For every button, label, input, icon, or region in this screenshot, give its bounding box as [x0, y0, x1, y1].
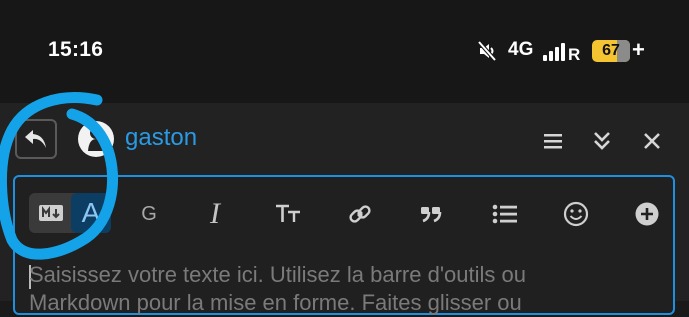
- emoji-button[interactable]: [559, 197, 593, 231]
- collapse-icon[interactable]: [590, 129, 614, 153]
- link-button[interactable]: [343, 197, 377, 231]
- signal-suffix: R: [568, 45, 580, 62]
- rich-text-mode-button[interactable]: A: [71, 193, 111, 233]
- mute-icon: [477, 40, 497, 62]
- markdown-mode-button[interactable]: [33, 197, 69, 229]
- close-icon[interactable]: [640, 129, 664, 153]
- menu-icon[interactable]: [541, 129, 565, 153]
- italic-button[interactable]: I: [198, 197, 232, 231]
- add-icon: [635, 202, 659, 226]
- status-bar: 15:16 4G R 67 +: [0, 0, 689, 103]
- text-size-icon: [276, 204, 300, 222]
- emoji-icon: [563, 201, 589, 227]
- placeholder-line-2: Markdown pour la mise en forme. Faites g…: [29, 290, 522, 315]
- add-button[interactable]: [630, 197, 664, 231]
- user-avatar-icon: [88, 127, 104, 151]
- reply-composer: gaston A G I Saisissez votre texte ici. …: [0, 103, 689, 315]
- quote-icon: [421, 207, 442, 223]
- charging-icon: +: [632, 37, 645, 62]
- placeholder-line-1: Saisissez votre texte ici. Utilisez la b…: [29, 262, 526, 287]
- link-icon: [349, 205, 371, 223]
- battery-level: 67: [602, 42, 620, 59]
- heading-button[interactable]: G: [132, 197, 166, 231]
- avatar[interactable]: [78, 121, 114, 157]
- status-time: 15:16: [48, 38, 104, 61]
- reply-to-username[interactable]: gaston: [125, 124, 197, 152]
- signal-strength-icon: R: [543, 43, 580, 62]
- text-size-button[interactable]: [271, 197, 305, 231]
- reply-button[interactable]: [15, 119, 57, 159]
- quote-button[interactable]: [414, 197, 448, 231]
- bullet-list-icon: [492, 204, 517, 224]
- editor-area: A G I Saisissez votre texte ici. Utilise…: [13, 175, 675, 315]
- markdown-icon: [39, 205, 63, 221]
- editor-input[interactable]: Saisissez votre texte ici. Utilisez la b…: [29, 261, 669, 317]
- editor-mode-toggle: A: [29, 193, 111, 233]
- bullet-list-button[interactable]: [488, 197, 522, 231]
- battery-icon: 67: [592, 40, 630, 62]
- network-type: 4G: [508, 39, 534, 60]
- reply-icon: [25, 130, 46, 148]
- formatting-toolbar: A G I: [15, 177, 673, 243]
